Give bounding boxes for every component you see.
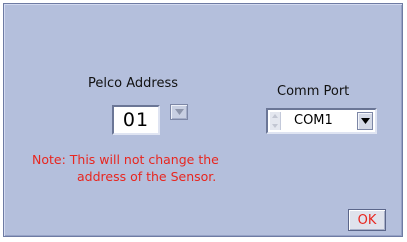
note-line-1: Note: This will not change the xyxy=(32,152,219,167)
spin-arrows-icon xyxy=(272,114,278,128)
ok-button[interactable]: OK xyxy=(348,209,386,231)
note-line-2: address of the Sensor. xyxy=(77,169,217,184)
pelco-address-field[interactable]: 01 xyxy=(112,105,160,135)
note-text: Note: This will not change the address o… xyxy=(32,151,219,185)
chevron-down-icon xyxy=(360,118,370,124)
comm-port-label: Comm Port xyxy=(277,84,350,99)
comm-port-spinner[interactable] xyxy=(270,112,281,130)
comm-port-dropdown-button[interactable] xyxy=(357,112,373,130)
dialog-panel: Pelco Address 01 Comm Port COM1 Note: Th… xyxy=(3,3,403,237)
triangle-down-icon xyxy=(174,109,184,115)
pelco-address-label: Pelco Address xyxy=(88,76,178,91)
pelco-address-decrement-button[interactable] xyxy=(170,104,188,120)
comm-port-value: COM1 xyxy=(294,113,333,128)
comm-port-select[interactable]: COM1 xyxy=(266,108,377,134)
